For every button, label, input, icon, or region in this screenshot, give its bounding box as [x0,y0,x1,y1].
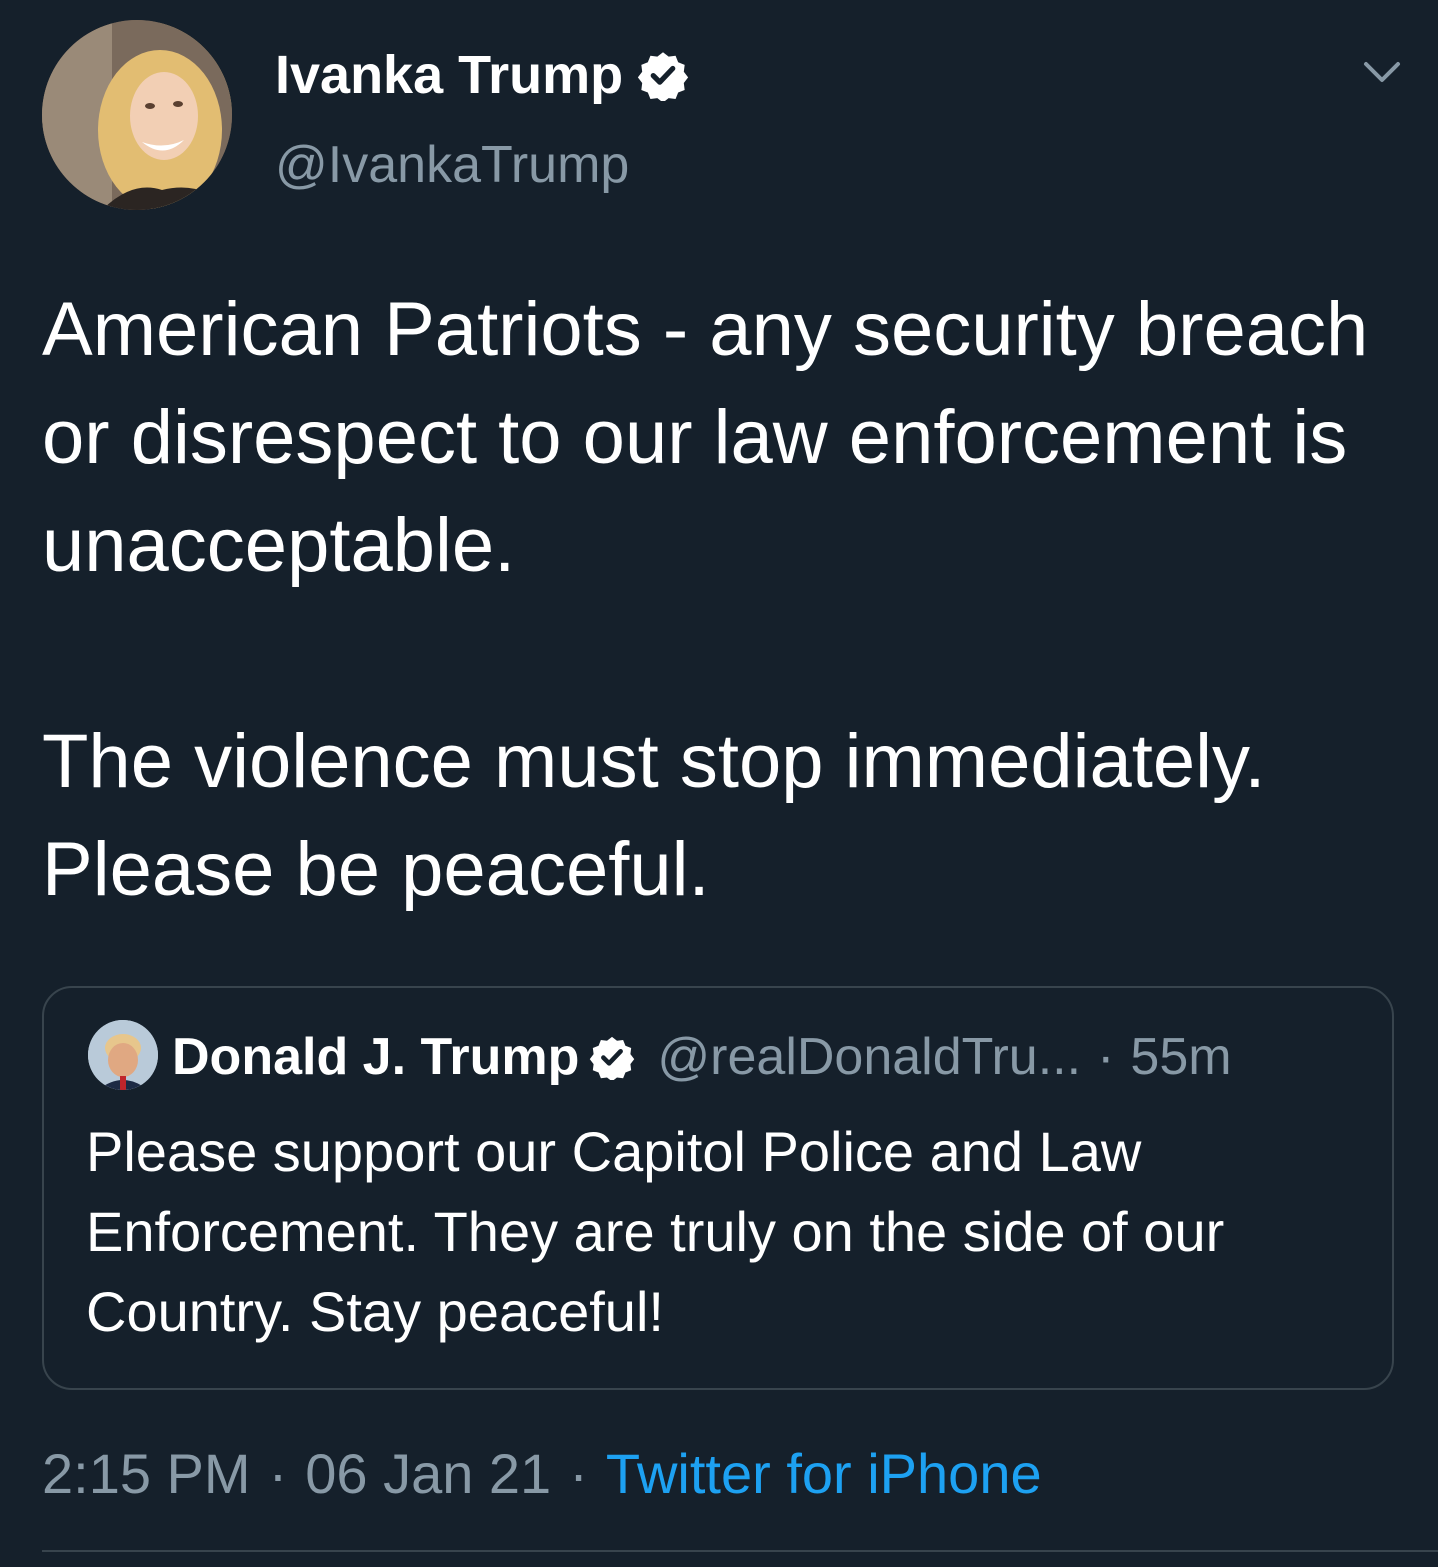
tweet-text: American Patriots - any security breach … [42,287,1369,912]
quoted-author-avatar [88,1020,158,1090]
quoted-tweet-card[interactable]: Donald J. Trump @realDonaldTru... · 55m … [42,986,1394,1390]
quoted-separator: · [1097,1028,1115,1086]
meta-separator: · [569,1442,588,1505]
quoted-author-name: Donald J. Trump [172,1028,580,1086]
author-avatar[interactable] [42,20,232,210]
quoted-tweet-header: Donald J. Trump @realDonaldTru... · 55m [172,1024,1232,1090]
author-display-name-row[interactable]: Ivanka Trump [275,40,689,110]
divider [42,1550,1438,1552]
tweet-meta: 2:15 PM · 06 Jan 21 · Twitter for iPhone [42,1436,1042,1512]
verified-badge-icon [638,52,689,101]
quoted-timestamp: 55m [1130,1028,1232,1086]
verified-badge-icon [590,1036,635,1080]
meta-separator: · [268,1442,288,1505]
quoted-author-photo [88,1020,158,1090]
quoted-author-handle: @realDonaldTru... [657,1028,1082,1086]
author-display-name[interactable]: Ivanka Trump [275,40,623,110]
chevron-down-icon[interactable] [1362,58,1402,88]
author-photo [42,20,232,210]
quoted-tweet-text: Please support our Capitol Police and La… [86,1120,1225,1343]
tweet-date[interactable]: 06 Jan 21 [305,1442,551,1505]
tweet-source-link[interactable]: Twitter for iPhone [606,1442,1042,1505]
tweet-time[interactable]: 2:15 PM [42,1442,251,1505]
author-handle[interactable]: @IvankaTrump [275,132,629,198]
tweet[interactable]: Ivanka Trump @IvankaTrump American Patri… [0,0,1438,1567]
